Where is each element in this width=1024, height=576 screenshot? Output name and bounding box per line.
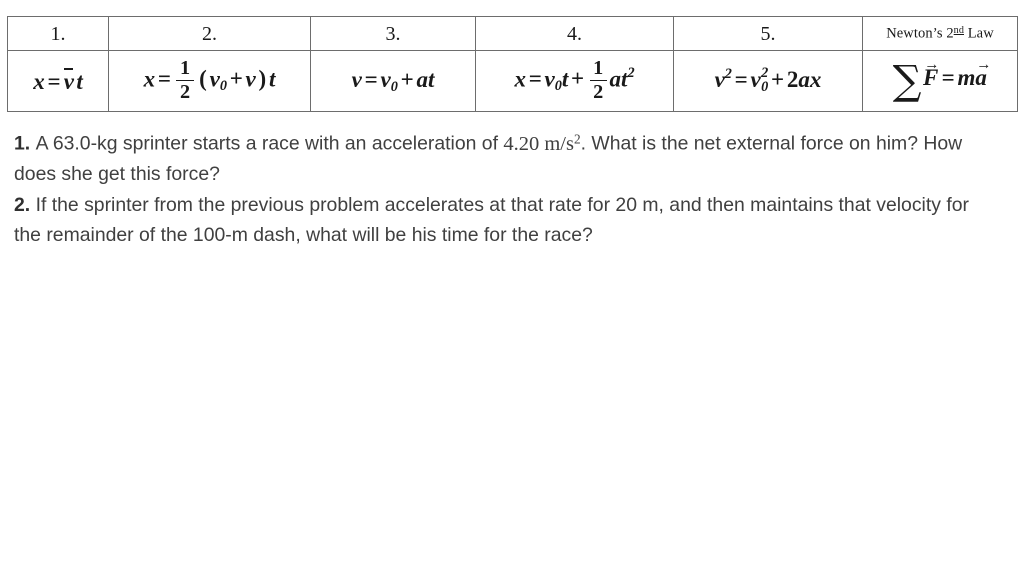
eq5-velocity-exponent: 2 <box>724 65 732 82</box>
eq2-fraction-denominator: 2 <box>176 80 194 103</box>
table-header-cell-3: 3. <box>310 16 476 51</box>
eq5-initial-velocity-indices: 20 <box>761 66 769 95</box>
eq5-velocity: v <box>714 66 725 92</box>
problem-2-text: If the sprinter from the previous proble… <box>14 193 969 247</box>
eq1-average-velocity: v <box>63 68 74 94</box>
eq5-coefficient: 2 <box>786 66 799 92</box>
eq4-lhs: x <box>514 66 526 92</box>
newton-mass: m <box>957 65 976 91</box>
table-equation-row: x = v t x = 1 2(v0 + v) t v = v0 + at x = v0t +1 2 at2 v2… <box>7 50 1018 112</box>
equation-cell-5: v2 = v 2 0 +2ax <box>673 50 863 112</box>
table-header-cell-5: 5. <box>673 16 863 51</box>
eq2-time: t <box>268 66 276 92</box>
eq4-initial-velocity: v <box>544 66 555 92</box>
problem-1-acceleration-unit: m/s <box>539 132 574 155</box>
eq4-initial-velocity-subscript: 0 <box>554 78 562 95</box>
eq1-time: t <box>76 68 83 94</box>
equation-5-expression: v2 = v 2 0 +2ax <box>714 65 822 95</box>
problem-1-number: 1 <box>14 132 25 155</box>
problem-1-acceleration-value: 4.20 m/s2 <box>503 131 581 155</box>
eq4-fraction-numerator: 1 <box>593 57 604 80</box>
kinematics-equation-table: 1. 2. 3. 4. 5. Newton’s 2nd Law x = v t x =… <box>7 16 1018 112</box>
problem-1-text-before-value: A 63.0-kg sprinter starts a race with an… <box>35 132 504 155</box>
eq4-one-half-fraction: 12 <box>589 57 607 103</box>
equation-cell-3: v = v0 + at <box>310 50 476 112</box>
equation-cell-4: x = v0t +1 2 at2 <box>475 50 674 112</box>
problem-2: 2. If the sprinter from the previous pro… <box>14 190 989 251</box>
newton-equals: = <box>941 65 955 91</box>
table-header-row: 1. 2. 3. 4. 5. Newton’s 2nd Law <box>7 16 1018 51</box>
eq4-plus: + <box>571 66 585 92</box>
eq1-equals: = <box>47 68 61 94</box>
eq2-open-paren: ( <box>199 66 207 92</box>
eq2-final-velocity: v <box>245 66 256 92</box>
eq3-lhs: v <box>351 66 362 92</box>
law-header-prefix: Newton’s <box>886 25 947 42</box>
table-header-cell-1: 1. <box>7 16 109 51</box>
eq4-fraction-denominator: 2 <box>589 80 607 103</box>
eq2-initial-velocity: v <box>209 66 220 92</box>
equation-3-expression: v = v0 + at <box>352 68 435 94</box>
eq2-close-paren: ) <box>258 66 267 92</box>
law-header-suffix: Law <box>964 25 994 42</box>
table-header-cell-2: 2. <box>108 16 311 51</box>
equation-cell-newtons-second-law: ∑F=ma <box>862 50 1018 112</box>
net-force-vector: F <box>923 57 939 89</box>
eq2-plus: + <box>229 66 243 92</box>
eq2-equals: = <box>157 66 172 92</box>
eq3-equals: = <box>364 66 378 92</box>
equation-2-expression: x = 1 2(v0 + v) t <box>143 57 276 103</box>
acceleration-vector: a <box>975 57 987 89</box>
eq2-lhs: x <box>143 66 156 92</box>
eq3-plus: + <box>400 66 414 92</box>
equation-4-expression: x = v0t +1 2 at2 <box>514 57 635 103</box>
newtons-second-law-expression: ∑F=ma <box>893 57 988 101</box>
equation-cell-1: x = v t <box>7 50 109 112</box>
eq5-initial-velocity: v <box>750 66 761 92</box>
equation-1-expression: x = v t <box>33 68 83 94</box>
eq5-acceleration-displacement: ax <box>798 66 822 92</box>
problem-1: 1. A 63.0-kg sprinter starts a race with… <box>14 124 989 190</box>
law-header-ordinal-number: 2 <box>946 25 954 42</box>
eq1-lhs: x <box>33 68 45 94</box>
problem-2-number-dot: . <box>24 193 36 216</box>
eq3-initial-velocity: v <box>380 66 391 92</box>
eq4-equals: = <box>528 66 542 92</box>
law-header-ordinal-suffix: nd <box>953 25 964 37</box>
eq2-fraction-numerator: 1 <box>180 57 191 80</box>
eq5-equals: = <box>734 66 748 92</box>
eq3-acceleration-time: at <box>416 66 435 92</box>
eq2-initial-velocity-subscript: 0 <box>219 78 227 95</box>
problem-2-number: 2 <box>14 193 25 216</box>
problem-1-number-dot: . <box>24 132 36 155</box>
eq3-initial-velocity-subscript: 0 <box>390 78 398 95</box>
problem-1-acceleration-unit-exponent: 2 <box>573 131 581 146</box>
table-header-cell-4: 4. <box>475 16 674 51</box>
problem-statements: 1. A 63.0-kg sprinter starts a race with… <box>14 124 989 251</box>
problem-1-acceleration-number: 4.20 <box>503 132 540 155</box>
eq5-plus: + <box>771 66 785 92</box>
summation-sigma-icon: ∑ <box>892 57 922 104</box>
table-header-cell-newtons-second-law: Newton’s 2nd Law <box>862 16 1018 51</box>
eq4-time-exponent: 2 <box>627 65 635 82</box>
eq5-initial-velocity-subscript: 0 <box>761 78 769 95</box>
eq2-one-half-fraction: 12 <box>176 57 194 103</box>
eq4-acceleration-time: at <box>609 66 628 92</box>
equation-cell-2: x = 1 2(v0 + v) t <box>108 50 311 112</box>
